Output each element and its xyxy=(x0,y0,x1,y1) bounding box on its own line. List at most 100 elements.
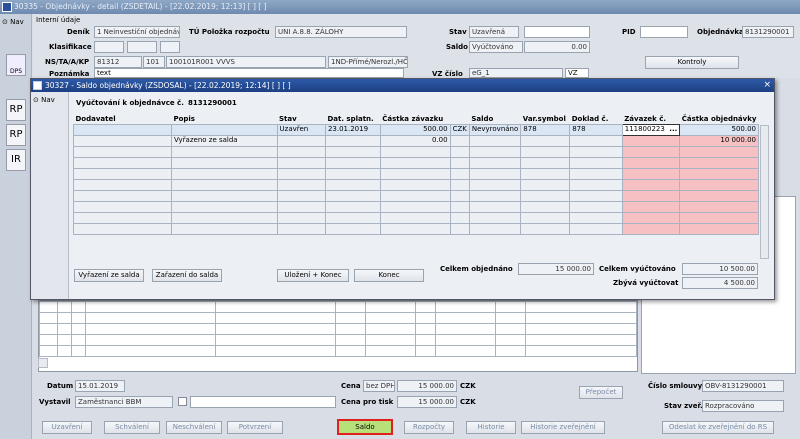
table-row xyxy=(39,301,637,313)
cell-stav[interactable] xyxy=(276,134,326,147)
cell-castka-obj[interactable]: 500.00 xyxy=(679,123,759,136)
pid-field[interactable] xyxy=(640,26,688,38)
stav-field[interactable]: Uzavřená xyxy=(469,26,519,38)
dps-tool-icon[interactable]: DPS xyxy=(6,54,26,76)
cell-castka-obj[interactable]: 10 000.00 xyxy=(679,134,759,147)
cell-zavazek[interactable] xyxy=(621,134,681,147)
datum-field[interactable]: 15.01.2019 xyxy=(75,380,125,392)
ir-tool-icon[interactable]: IR xyxy=(6,149,26,171)
objednavka-field[interactable]: 8131290001 xyxy=(742,26,794,38)
stav-zver-field[interactable]: Rozpracováno xyxy=(702,400,784,412)
klasifikace-field-1[interactable] xyxy=(94,41,124,53)
cell-datum[interactable] xyxy=(324,134,381,147)
rp-tool-icon[interactable]: RP xyxy=(6,99,26,121)
dialog-nav-toggle[interactable]: ⊙ Nav xyxy=(33,96,55,104)
cell-castka[interactable]: 500.00 xyxy=(379,123,451,136)
cislo-smlouvy-label: Číslo smlouvy xyxy=(648,382,703,390)
table-row[interactable] xyxy=(73,222,759,235)
cell-saldo[interactable]: Nevyrovnáno xyxy=(468,123,522,136)
left-toolbar: ⊙ Nav DPS RP RP IR xyxy=(0,14,32,439)
cell-doklad[interactable]: 878 xyxy=(569,123,623,136)
cell-popis[interactable]: Vyřazeno ze salda xyxy=(170,134,278,147)
ulozeni-konec-button[interactable]: Uložení + Konec xyxy=(277,269,349,282)
nav-toggle[interactable]: ⊙ Nav xyxy=(2,18,24,26)
cell-zavazek[interactable]: 111800223... xyxy=(621,123,681,136)
table-row[interactable] xyxy=(73,167,759,180)
potvrzeni-button[interactable]: Potvrzení xyxy=(227,421,283,434)
odeslat-button[interactable]: Odeslat ke zveřejnění do RS xyxy=(662,421,774,434)
klasifikace-field-2[interactable] xyxy=(127,41,157,53)
ns-field[interactable]: 81312 xyxy=(94,56,142,68)
klasifikace-field-3[interactable] xyxy=(160,41,180,53)
konec-button[interactable]: Konec xyxy=(354,269,424,282)
table-row[interactable] xyxy=(73,156,759,169)
cena-tisk-field[interactable]: 15 000.00 xyxy=(397,396,457,408)
historie-button[interactable]: Historie xyxy=(466,421,516,434)
cell-popis[interactable] xyxy=(170,123,278,136)
poznamka-field[interactable]: text xyxy=(94,68,404,78)
prepocet-button[interactable]: Přepočet xyxy=(579,386,623,399)
saldo-button[interactable]: Saldo xyxy=(337,419,393,435)
denik-field[interactable]: 1 Neinvestiční objednávk xyxy=(94,26,180,38)
kontroly-button[interactable]: Kontroly xyxy=(645,56,739,69)
stav-extra-field[interactable] xyxy=(524,26,590,38)
table-row[interactable] xyxy=(73,178,759,191)
cell-mena[interactable] xyxy=(449,134,470,147)
saldo-field[interactable]: Vyúčtováno xyxy=(469,41,523,53)
datum-label: Datum xyxy=(47,382,74,390)
celkem-vyuctovano-label: Celkem vyúčtováno xyxy=(599,265,676,273)
cell-doklad[interactable] xyxy=(569,134,623,147)
cena-type-field[interactable]: bez DPH xyxy=(363,380,395,392)
schvaleni-button[interactable]: Schválení xyxy=(104,421,160,434)
cell-mena[interactable]: CZK xyxy=(449,123,470,136)
kp-field[interactable]: 1ND-Přímé/Nerozl./HČ- xyxy=(328,56,408,68)
dialog-caption: Vyúčtování k objednávce č. xyxy=(76,99,184,107)
stav-label: Stav xyxy=(449,28,467,36)
cislo-smlouvy-field[interactable]: OBV-8131290001 xyxy=(702,380,784,392)
table-row[interactable] xyxy=(73,145,759,158)
nav-icon: ⊙ xyxy=(33,96,39,104)
zbyva-label: Zbývá vyúčtovat xyxy=(613,279,679,287)
rozpocty-button[interactable]: Rozpočty xyxy=(404,421,454,434)
col-dodavatel: Dodavatel xyxy=(75,114,116,123)
cell-datum[interactable]: 23.01.2019 xyxy=(324,123,381,136)
vyrazeni-button[interactable]: Vyřazení ze salda xyxy=(74,269,144,282)
cell-dodavatel[interactable] xyxy=(73,134,172,147)
neschvaleni-button[interactable]: Neschválení xyxy=(166,421,222,434)
table-row[interactable] xyxy=(73,211,759,224)
historie-zverejneni-button[interactable]: Historie zveřejnění xyxy=(521,421,605,434)
cell-varsym[interactable] xyxy=(520,134,571,147)
vystavil-checkbox[interactable] xyxy=(178,397,187,406)
lookup-icon[interactable]: ... xyxy=(669,125,677,134)
window-title-bar: 30335 - Objednávky - detail (ZSDETAIL) -… xyxy=(0,0,800,14)
cena-field[interactable]: 15 000.00 xyxy=(397,380,457,392)
saldo-amount-field[interactable]: 0.00 xyxy=(524,41,590,53)
tu-field[interactable]: UNI A.8.8. ZÁLOHY xyxy=(275,26,407,38)
rp2-tool-icon[interactable]: RP xyxy=(6,124,26,146)
uzavreni-button[interactable]: Uzavření xyxy=(42,421,92,434)
cell-stav[interactable]: Uzavřen xyxy=(276,123,326,136)
cell-castka[interactable]: 0.00 xyxy=(379,134,451,147)
table-row[interactable]: Vyřazeno ze salda 0.00 10 000.00 xyxy=(73,134,759,147)
cell-dodavatel[interactable] xyxy=(73,123,172,136)
scroll-down-icon[interactable] xyxy=(38,358,48,368)
vystavil-field[interactable]: Zaměstnanci BBM xyxy=(75,396,173,408)
cell-saldo[interactable] xyxy=(468,134,522,147)
col-castka: Částka závazku xyxy=(382,114,444,123)
col-doklad: Doklad č. xyxy=(571,114,609,123)
table-row[interactable] xyxy=(73,200,759,213)
cell-varsym[interactable]: 878 xyxy=(520,123,571,136)
stav-zver-label: Stav zveř. xyxy=(664,402,703,410)
dialog-logo-icon xyxy=(33,81,42,90)
a-field[interactable]: 100101R001 VVVS xyxy=(166,56,326,68)
ta-field[interactable]: 101 xyxy=(143,56,165,68)
table-row[interactable] xyxy=(73,189,759,202)
vystavil-extra-field[interactable] xyxy=(190,396,336,408)
dialog-scrollbar[interactable] xyxy=(760,125,769,259)
close-icon[interactable]: × xyxy=(763,79,771,92)
cena-tisk-currency: CZK xyxy=(460,398,476,406)
zarazeni-button[interactable]: Zařazení do salda xyxy=(152,269,222,282)
vz-suffix-field[interactable]: VZ xyxy=(565,68,589,78)
table-row[interactable]: Uzavřen 23.01.2019 500.00 CZK Nevyrovnán… xyxy=(73,123,759,136)
vz-field[interactable]: eG_1 xyxy=(469,68,563,78)
